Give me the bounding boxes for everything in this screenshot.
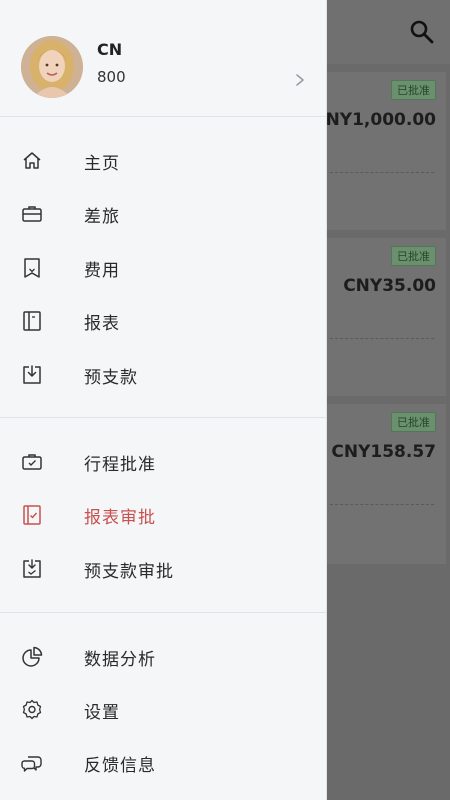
- profile-header[interactable]: CN 800: [0, 0, 327, 116]
- menu-item-feedback[interactable]: 反馈信息: [0, 738, 327, 788]
- card-amount: NY1,000.00: [325, 110, 436, 130]
- menu-item-label: 报表审批: [84, 508, 156, 528]
- menu-item-home[interactable]: 主页: [0, 136, 327, 186]
- trip-approval-icon: [20, 450, 44, 474]
- profile-subtitle: 800: [97, 68, 126, 86]
- advance-icon: [20, 363, 44, 387]
- briefcase-icon: [20, 202, 44, 226]
- report-approval-icon: [20, 503, 44, 527]
- feedback-icon: [20, 751, 44, 775]
- gear-icon: [20, 698, 44, 722]
- menu-item-expense[interactable]: 费用: [0, 243, 327, 293]
- report-icon: [20, 309, 44, 333]
- status-badge: 已批准: [391, 412, 436, 432]
- chevron-right-icon: [292, 70, 308, 90]
- menu-item-trip-approval[interactable]: 行程批准: [0, 437, 327, 487]
- menu-item-advance-approval[interactable]: 预支款审批: [0, 544, 327, 594]
- pie-chart-icon: [20, 645, 44, 669]
- card-divider: [330, 172, 434, 173]
- menu-divider: [0, 612, 327, 613]
- menu-item-label: 费用: [84, 261, 120, 281]
- avatar: [21, 36, 83, 98]
- home-icon: [20, 149, 44, 173]
- card-amount: CNY35.00: [343, 276, 436, 296]
- search-icon[interactable]: [408, 18, 436, 46]
- menu-item-label: 预支款审批: [84, 562, 174, 582]
- menu-item-label: 数据分析: [84, 650, 156, 670]
- menu-item-report[interactable]: 报表: [0, 296, 327, 346]
- menu-item-label: 设置: [84, 703, 120, 723]
- menu-item-advance[interactable]: 预支款: [0, 350, 327, 400]
- menu-item-label: 差旅: [84, 207, 120, 227]
- menu-item-data-analysis[interactable]: 数据分析: [0, 632, 327, 682]
- menu-item-settings[interactable]: 设置: [0, 685, 327, 735]
- status-badge: 已批准: [391, 246, 436, 266]
- menu-item-label: 预支款: [84, 368, 138, 388]
- navigation-drawer: CN 800 主页 差旅 费用 报表 预支款 行程批准 报表审批 预支款审批 数…: [0, 0, 327, 800]
- menu-divider: [0, 116, 327, 117]
- menu-divider: [0, 417, 327, 418]
- menu-item-report-approval[interactable]: 报表审批: [0, 490, 327, 540]
- profile-name: CN: [97, 40, 123, 59]
- advance-approval-icon: [20, 557, 44, 581]
- card-amount: CNY158.57: [331, 442, 436, 462]
- status-badge: 已批准: [391, 80, 436, 100]
- card-divider: [330, 338, 434, 339]
- card-divider: [330, 504, 434, 505]
- receipt-icon: [20, 256, 44, 280]
- menu-item-label: 主页: [84, 154, 120, 174]
- menu-item-label: 报表: [84, 314, 120, 334]
- menu-item-label: 行程批准: [84, 455, 156, 475]
- menu-item-label: 反馈信息: [84, 756, 156, 776]
- menu-item-travel[interactable]: 差旅: [0, 189, 327, 239]
